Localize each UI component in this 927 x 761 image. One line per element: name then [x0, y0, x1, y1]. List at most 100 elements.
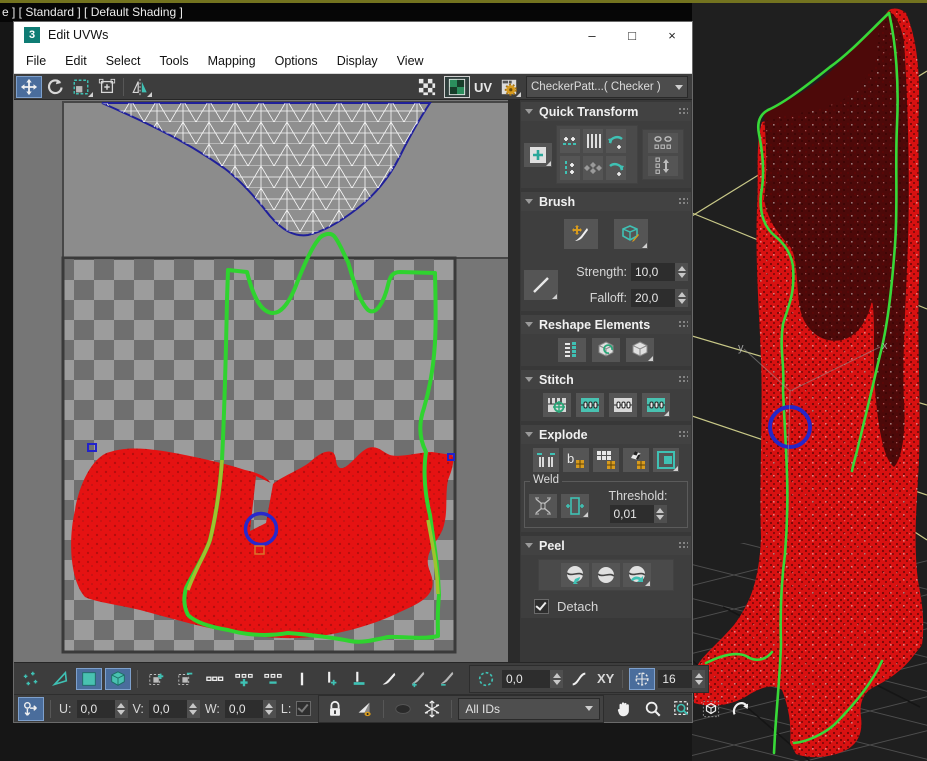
rotate-ccw-button[interactable] [606, 129, 626, 153]
stitch-target-button[interactable] [642, 393, 670, 417]
w-spinner[interactable]: 0,0 [225, 700, 276, 718]
shrink-edge-loop-button[interactable] [260, 668, 286, 690]
peel-reset-button[interactable] [623, 563, 651, 587]
w-value[interactable]: 0,0 [225, 700, 263, 718]
panel-scrollbar[interactable] [508, 100, 520, 662]
select-edge-loop-button[interactable] [289, 668, 315, 690]
soft-selection-spinner[interactable]: 0,0 [502, 670, 563, 688]
paint-select-shrink-button[interactable] [434, 668, 460, 690]
map-options-button[interactable] [496, 76, 522, 98]
menu-tools[interactable]: Tools [159, 54, 188, 68]
explode-header[interactable]: Explode [521, 425, 691, 444]
maximize-button[interactable]: □ [612, 22, 652, 48]
v-spinner[interactable]: 0,0 [149, 700, 200, 718]
align-horizontal-button[interactable] [560, 129, 580, 153]
grow-selection-button[interactable] [144, 668, 170, 690]
reshape-header[interactable]: Reshape Elements [521, 315, 691, 334]
soft-selection-value[interactable]: 0,0 [502, 670, 550, 688]
face-mode-button[interactable] [76, 668, 102, 690]
lock-aspect-checkbox[interactable] [296, 701, 311, 716]
freeform-mode-button[interactable] [94, 76, 120, 98]
show-map-in-viewport-button[interactable] [444, 76, 470, 98]
pan-button[interactable] [611, 698, 637, 720]
menu-mapping[interactable]: Mapping [208, 54, 256, 68]
menu-options[interactable]: Options [275, 54, 318, 68]
u-value[interactable]: 0,0 [77, 700, 115, 718]
grow-to-seams-button[interactable] [318, 668, 344, 690]
straighten-element-button[interactable] [626, 338, 654, 362]
falloff-spinner[interactable]: 20,0 [631, 289, 688, 307]
zoom-button[interactable] [640, 698, 666, 720]
open-edge-to-seam-button[interactable] [347, 668, 373, 690]
sort-elements-button[interactable] [558, 338, 586, 362]
filter-selected-faces-button[interactable] [351, 698, 377, 720]
detach-by-id-button[interactable]: b [563, 448, 589, 472]
zoom-region-button[interactable] [669, 698, 695, 720]
brush-falloff-button[interactable] [524, 270, 558, 300]
uv-editor-canvas[interactable] [14, 100, 508, 662]
stitch-source-button[interactable] [576, 393, 604, 417]
menu-view[interactable]: View [397, 54, 424, 68]
paint-select-grow-button[interactable] [405, 668, 431, 690]
select-edge-ring-button[interactable] [202, 668, 228, 690]
shrink-selection-button[interactable] [173, 668, 199, 690]
strength-spinner[interactable]: 10,0 [631, 263, 688, 281]
spinner-arrows-icon[interactable] [675, 289, 688, 307]
stitch-header[interactable]: Stitch [521, 370, 691, 389]
falloff-space-toggle[interactable]: XY [597, 671, 614, 686]
weld-selected-button[interactable] [529, 494, 557, 518]
absolute-mode-button[interactable] [18, 697, 44, 721]
edge-distance-button[interactable] [629, 668, 655, 690]
show-checker-tiling-button[interactable] [414, 76, 440, 98]
zoom-to-gizmo-button[interactable] [727, 698, 753, 720]
hide-selected-button[interactable] [390, 698, 416, 720]
edge-distance-value[interactable]: 16 [658, 670, 692, 688]
scale-button[interactable] [68, 76, 94, 98]
move-brush-button[interactable] [564, 219, 598, 249]
falloff-value[interactable]: 20,0 [631, 289, 675, 307]
target-weld-button[interactable] [561, 494, 589, 518]
distribute-horizontal-button[interactable] [648, 133, 678, 153]
strength-value[interactable]: 10,0 [631, 263, 675, 281]
zoom-extents-button[interactable] [698, 698, 724, 720]
freeze-selected-button[interactable] [419, 698, 445, 720]
align-vertical-button[interactable] [560, 156, 580, 180]
menu-file[interactable]: File [26, 54, 46, 68]
quick-transform-header[interactable]: Quick Transform [521, 102, 691, 121]
rotate-cw-button[interactable] [606, 156, 626, 180]
stitch-custom-button[interactable] [543, 393, 571, 417]
element-mode-button[interactable] [105, 668, 131, 690]
vertex-mode-button[interactable] [18, 668, 44, 690]
brush-header[interactable]: Brush [521, 192, 691, 211]
spinner-arrows-icon[interactable] [675, 263, 688, 281]
relax-brush-button[interactable] [614, 219, 648, 249]
stitch-average-button[interactable] [609, 393, 637, 417]
move-button[interactable] [16, 76, 42, 98]
viewport-shading-label[interactable]: e ] [ Standard ] [ Default Shading ] [0, 3, 692, 22]
spinner-arrows-icon[interactable] [692, 670, 705, 688]
break-button[interactable] [533, 448, 559, 472]
quick-peel-button[interactable] [561, 563, 589, 587]
peel-mode-button[interactable] [592, 563, 620, 587]
flatten-by-angle-button[interactable] [623, 448, 649, 472]
edge-mode-button[interactable] [47, 668, 73, 690]
flatten-by-group-button[interactable] [593, 448, 619, 472]
menu-display[interactable]: Display [337, 54, 378, 68]
align-to-pivot-button[interactable] [524, 143, 552, 167]
lock-selection-button[interactable] [322, 698, 348, 720]
material-id-dropdown[interactable]: All IDs [458, 698, 600, 720]
peel-header[interactable]: Peel [521, 536, 691, 555]
regularize-element-button[interactable] [592, 338, 620, 362]
title-bar[interactable]: 3 Edit UVWs – □ × [14, 22, 692, 48]
edge-distance-spinner[interactable]: 16 [658, 670, 705, 688]
soft-selection-button[interactable] [473, 668, 499, 690]
threshold-spinner[interactable]: 0,01 [610, 505, 667, 523]
u-spinner[interactable]: 0,0 [77, 700, 128, 718]
threshold-value[interactable]: 0,01 [610, 505, 654, 523]
straighten-selection-button[interactable] [583, 129, 603, 153]
spinner-arrows-icon[interactable] [550, 670, 563, 688]
grow-edge-loop-button[interactable] [231, 668, 257, 690]
distribute-vertical-button[interactable] [648, 156, 678, 176]
minimize-button[interactable]: – [572, 22, 612, 48]
v-value[interactable]: 0,0 [149, 700, 187, 718]
